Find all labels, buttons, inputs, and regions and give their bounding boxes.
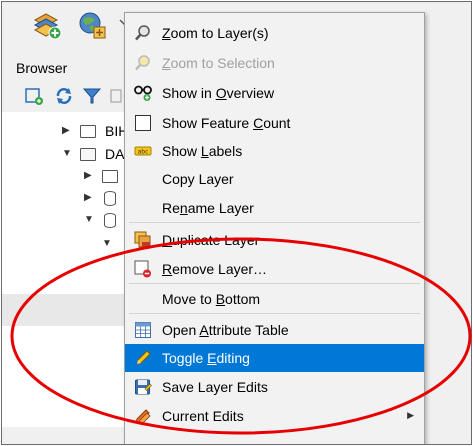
menu-item-remove-layer[interactable]: Remove Layer… <box>125 255 424 283</box>
menu-item-label: Current Edits <box>162 408 244 424</box>
menu-item-show-labels[interactable]: abc Show Labels <box>125 137 424 165</box>
submenu-arrow-icon: ▶ <box>407 410 414 420</box>
folder-icon <box>80 125 96 138</box>
collapse-arrow-icon[interactable]: ▼ <box>102 238 112 249</box>
feature-count-checkbox[interactable] <box>134 114 152 132</box>
remove-layer-icon <box>134 260 152 278</box>
menu-item-label: Show Labels <box>162 143 243 159</box>
menu-item-rename-layer[interactable]: Rename Layer <box>125 194 424 222</box>
tree-item[interactable]: ▼ DA <box>2 145 127 165</box>
menu-item-move-to-bottom[interactable]: Move to Bottom <box>125 285 424 313</box>
duplicate-layer-icon <box>134 231 152 249</box>
pencil-icon <box>134 349 152 367</box>
menu-item-label: Zoom to Selection <box>162 55 275 71</box>
browser-panel-title: Browser <box>16 60 68 76</box>
expand-arrow-icon[interactable]: ▶ <box>62 125 70 136</box>
menu-item-show-in-overview[interactable]: Show in Overview <box>125 79 424 107</box>
filter-icon[interactable] <box>82 86 102 106</box>
menu-item-label: Move to Bottom <box>162 291 261 307</box>
menu-item-label: Save Layer Edits <box>162 379 268 395</box>
zoom-layer-icon <box>134 24 152 42</box>
expand-arrow-icon[interactable]: ▶ <box>84 170 92 181</box>
save-edits-icon <box>134 378 152 396</box>
menu-item-copy-layer[interactable]: Copy Layer <box>125 165 424 193</box>
menu-item-label: Copy Layer <box>162 171 234 187</box>
menu-separator <box>129 222 420 223</box>
qgis-window: Browser ▶ BIH ▼ DA ▶ ▶ ▼ ▼ Zoom to Layer… <box>1 1 472 445</box>
tree-item[interactable]: ▼ <box>2 233 127 253</box>
menu-item-label: Show Feature Count <box>162 115 291 131</box>
overview-icon <box>134 84 152 102</box>
database-icon <box>104 191 116 206</box>
tree-item[interactable]: ▼ <box>2 211 127 231</box>
menu-item-label: Toggle Editing <box>162 350 250 366</box>
svg-text:abc: abc <box>138 149 149 156</box>
menu-item-open-attribute-table[interactable]: Open Attribute Table <box>125 316 424 344</box>
tree-item[interactable]: ▶ BIH <box>2 122 128 142</box>
layer-context-menu: Zoom to Layer(s) Zoom to Selection Show … <box>124 12 425 444</box>
add-wms-layer-icon[interactable] <box>77 10 107 40</box>
menu-item-label: Rename Layer <box>162 200 254 216</box>
menu-item-zoom-to-layer[interactable]: Zoom to Layer(s) <box>125 19 424 47</box>
menu-item-duplicate-layer[interactable]: Duplicate Layer <box>125 226 424 254</box>
menu-item-toggle-editing[interactable]: Toggle Editing <box>125 344 424 372</box>
menu-item-show-feature-count[interactable]: Show Feature Count <box>125 109 424 137</box>
menu-item-current-edits[interactable]: Current Edits ▶ <box>125 402 424 430</box>
expand-arrow-icon[interactable]: ▶ <box>84 192 92 203</box>
open-folder-icon <box>80 148 96 161</box>
collapse-arrow-icon[interactable]: ▼ <box>62 148 72 159</box>
zoom-selection-icon <box>134 54 152 72</box>
database-icon <box>104 213 116 228</box>
selected-tree-row[interactable] <box>2 294 127 326</box>
tree-item-label: DA <box>105 146 125 162</box>
current-edits-icon <box>134 407 152 425</box>
tree-item[interactable]: ▶ <box>2 189 127 209</box>
labels-icon: abc <box>134 142 152 160</box>
folder-icon <box>102 170 118 183</box>
collapse-arrow-icon[interactable]: ▼ <box>84 214 94 225</box>
menu-item-label: Remove Layer… <box>162 261 268 277</box>
add-layer-icon[interactable] <box>32 10 62 40</box>
attribute-table-icon <box>134 321 152 339</box>
menu-item-save-layer-edits[interactable]: Save Layer Edits <box>125 373 424 401</box>
add-selected-layers-icon[interactable] <box>24 86 44 106</box>
browser-tree: ▶ BIH ▼ DA ▶ ▶ ▼ ▼ <box>2 112 128 444</box>
menu-item-label: Show in Overview <box>162 85 275 101</box>
panel-footer <box>2 427 127 444</box>
refresh-icon[interactable] <box>54 86 74 106</box>
tree-item[interactable]: ▶ <box>2 167 127 187</box>
menu-separator <box>129 313 420 314</box>
menu-item-label: Open Attribute Table <box>162 322 289 338</box>
menu-separator <box>129 283 420 284</box>
menu-item-label: Duplicate Layer <box>162 232 260 248</box>
menu-item-zoom-to-selection[interactable]: Zoom to Selection <box>125 49 424 77</box>
menu-item-label: Zoom to Layer(s) <box>162 25 269 41</box>
